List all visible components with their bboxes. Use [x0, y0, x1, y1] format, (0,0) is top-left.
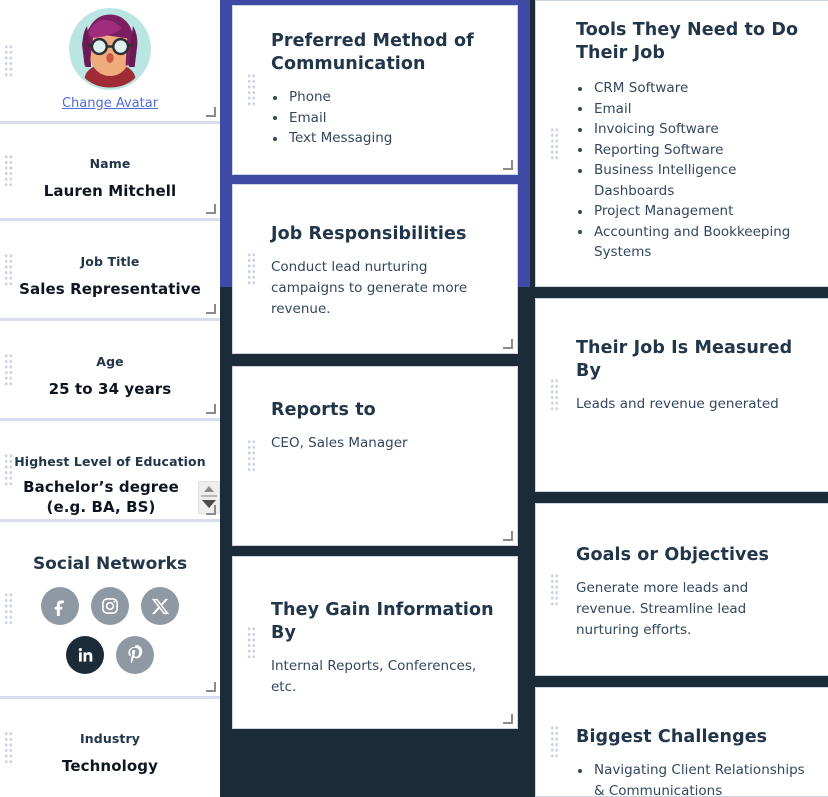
drag-handle-icon[interactable] — [247, 625, 256, 660]
card-tools-they-need[interactable]: Tools They Need to Do Their Job CRM Soft… — [535, 0, 828, 287]
list-item: Reporting Software — [576, 140, 808, 161]
middle-column: Preferred Method of Communication Phone … — [220, 0, 530, 797]
field-label: Industry — [80, 731, 140, 746]
drag-handle-icon[interactable] — [247, 73, 256, 107]
drag-handle-icon[interactable] — [4, 154, 13, 188]
card-title: Job Responsibilities — [271, 224, 467, 244]
social-networks-card[interactable]: Social Networks — [0, 522, 220, 699]
field-card-age[interactable]: Age 25 to 34 years — [0, 321, 220, 421]
resize-handle-icon[interactable] — [206, 505, 217, 516]
list-item: Email — [271, 108, 499, 129]
drag-handle-icon[interactable] — [247, 439, 256, 473]
card-title: They Gain Information By — [271, 600, 494, 643]
card-title: Tools They Need to Do Their Job — [576, 20, 799, 63]
card-job-responsibilities[interactable]: Job Responsibilities Conduct lead nurtur… — [232, 184, 518, 354]
right-column: Tools They Need to Do Their Job CRM Soft… — [530, 0, 828, 797]
list-item: Navigating Client Relationships & Commun… — [576, 760, 808, 797]
list-item: Email — [576, 99, 808, 120]
field-value[interactable]: Technology — [62, 757, 158, 775]
avatar-card[interactable]: Change Avatar — [0, 0, 220, 124]
card-text: CEO, Sales Manager — [271, 435, 408, 451]
list-item: Project Management — [576, 201, 808, 222]
linkedin-icon[interactable] — [66, 636, 104, 674]
drag-handle-icon[interactable] — [550, 572, 559, 607]
drag-handle-icon[interactable] — [4, 592, 13, 626]
pinterest-icon[interactable] — [116, 636, 154, 674]
card-title: Their Job Is Measured By — [576, 338, 793, 381]
field-value[interactable]: Lauren Mitchell — [44, 182, 177, 200]
avatar-illustration-icon — [69, 8, 151, 90]
field-card-job-title[interactable]: Job Title Sales Representative — [0, 221, 220, 321]
card-title: Biggest Challenges — [576, 727, 768, 747]
field-label: Name — [89, 156, 131, 171]
left-column: Change Avatar Name Lauren Mitchell Job T… — [0, 0, 220, 797]
social-networks-title: Social Networks — [32, 554, 188, 574]
card-preferred-communication[interactable]: Preferred Method of Communication Phone … — [232, 5, 518, 175]
field-card-education[interactable]: Highest Level of Education Bachelor’s de… — [0, 421, 220, 522]
list-item: Business Intelligence Dashboards — [576, 160, 808, 201]
list-item: Invoicing Software — [576, 119, 808, 140]
resize-handle-icon[interactable] — [503, 714, 514, 725]
chevron-up-icon[interactable] — [204, 486, 214, 492]
card-title: Reports to — [271, 400, 376, 420]
list-item: Accounting and Bookkeeping Systems — [576, 222, 808, 263]
change-avatar-link[interactable]: Change Avatar — [62, 96, 158, 111]
resize-handle-icon[interactable] — [206, 204, 217, 215]
resize-handle-icon[interactable] — [206, 682, 217, 693]
card-text: Internal Reports, Conferences, etc. — [271, 658, 477, 695]
card-biggest-challenges[interactable]: Biggest Challenges Navigating Client Rel… — [535, 687, 828, 797]
field-card-name[interactable]: Name Lauren Mitchell — [0, 124, 220, 221]
card-text: Generate more leads and revenue. Streaml… — [576, 580, 749, 638]
stepper-divider — [201, 495, 217, 497]
card-text: Conduct lead nurturing campaigns to gene… — [271, 259, 468, 317]
field-label: Age — [96, 354, 124, 369]
list-item: CRM Software — [576, 78, 808, 99]
field-value[interactable]: Sales Representative — [19, 280, 201, 298]
x-twitter-icon[interactable] — [141, 587, 179, 625]
card-goals-or-objectives[interactable]: Goals or Objectives Generate more leads … — [535, 503, 828, 676]
drag-handle-icon[interactable] — [4, 730, 13, 765]
field-value[interactable]: Bachelor’s degree (e.g. BA, BS) — [10, 477, 192, 517]
card-text: Leads and revenue generated — [576, 396, 779, 412]
field-value[interactable]: 25 to 34 years — [49, 380, 172, 398]
card-list: CRM Software Email Invoicing Software Re… — [576, 78, 808, 263]
avatar — [69, 8, 151, 90]
resize-handle-icon[interactable] — [206, 404, 217, 415]
resize-handle-icon[interactable] — [503, 339, 514, 350]
drag-handle-icon[interactable] — [550, 725, 559, 759]
card-reports-to[interactable]: Reports to CEO, Sales Manager — [232, 366, 518, 546]
drag-handle-icon[interactable] — [550, 126, 559, 161]
drag-handle-icon[interactable] — [4, 43, 13, 78]
persona-board: Change Avatar Name Lauren Mitchell Job T… — [0, 0, 828, 797]
card-title: Goals or Objectives — [576, 545, 770, 565]
card-list: Phone Email Text Messaging — [271, 87, 499, 149]
drag-handle-icon[interactable] — [247, 252, 256, 286]
resize-handle-icon[interactable] — [503, 531, 514, 542]
card-list: Navigating Client Relationships & Commun… — [576, 760, 808, 797]
list-item: Text Messaging — [271, 128, 499, 149]
field-card-industry[interactable]: Industry Technology — [0, 699, 220, 796]
drag-handle-icon[interactable] — [4, 252, 13, 287]
facebook-icon[interactable] — [41, 587, 79, 625]
instagram-icon[interactable] — [91, 587, 129, 625]
field-label: Job Title — [80, 254, 140, 269]
resize-handle-icon[interactable] — [206, 107, 217, 118]
drag-handle-icon[interactable] — [4, 352, 13, 387]
card-job-measured-by[interactable]: Their Job Is Measured By Leads and reven… — [535, 298, 828, 492]
field-label: Highest Level of Education — [14, 454, 206, 469]
resize-handle-icon[interactable] — [206, 304, 217, 315]
list-item: Phone — [271, 87, 499, 108]
card-title: Preferred Method of Communication — [271, 31, 474, 74]
drag-handle-icon[interactable] — [550, 378, 559, 412]
resize-handle-icon[interactable] — [503, 160, 514, 171]
card-gain-information-by[interactable]: They Gain Information By Internal Report… — [232, 556, 518, 729]
